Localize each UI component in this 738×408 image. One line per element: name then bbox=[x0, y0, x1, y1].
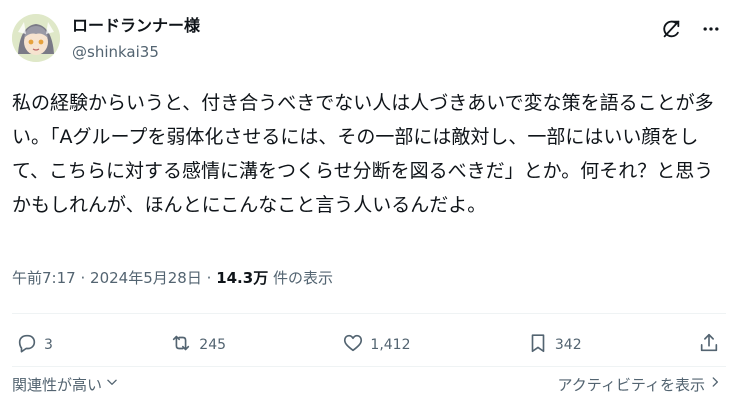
chevron-down-icon bbox=[105, 375, 119, 393]
like-button[interactable]: 1,412 bbox=[342, 332, 411, 358]
display-name[interactable]: ロードランナー様 bbox=[72, 16, 200, 36]
avatar[interactable] bbox=[12, 14, 60, 62]
bookmark-count: 342 bbox=[554, 337, 582, 353]
user-handle[interactable]: @shinkai35 bbox=[72, 42, 200, 62]
meta-separator: · bbox=[206, 269, 212, 287]
reply-count: 3 bbox=[44, 337, 53, 353]
reply-button[interactable]: 3 bbox=[16, 332, 53, 358]
post-footer: 関連性が高い アクティビティを表示 bbox=[12, 372, 722, 396]
post-actions: 3 245 1,412 342 bbox=[16, 330, 720, 360]
meta-separator: · bbox=[80, 269, 86, 287]
like-icon bbox=[342, 332, 364, 358]
repost-icon bbox=[169, 332, 193, 358]
grok-icon[interactable] bbox=[658, 16, 684, 42]
activity-label: アクティビティを表示 bbox=[557, 375, 705, 394]
like-count: 1,412 bbox=[370, 337, 411, 353]
views-count[interactable]: 14.3万 bbox=[216, 269, 268, 287]
chevron-right-icon bbox=[708, 375, 722, 393]
more-icon[interactable] bbox=[698, 16, 724, 42]
reply-icon bbox=[16, 332, 38, 358]
author-block: ロードランナー様 @shinkai35 bbox=[72, 16, 200, 62]
repost-count: 245 bbox=[199, 337, 227, 353]
divider bbox=[12, 366, 726, 367]
share-button[interactable] bbox=[698, 332, 720, 358]
sort-label: 関連性が高い bbox=[12, 375, 103, 394]
bookmark-button[interactable]: 342 bbox=[527, 332, 582, 358]
post-meta: 午前7:17 · 2024年5月28日 · 14.3万 件の表示 bbox=[12, 266, 333, 290]
post-date[interactable]: 2024年5月28日 bbox=[90, 269, 202, 287]
post-text: 私の経験からいうと、付き合うべきでない人は人づきあいで変な策を語ることが多い。「… bbox=[12, 92, 714, 216]
divider bbox=[12, 313, 726, 314]
views-label: 件の表示 bbox=[272, 269, 333, 287]
repost-button[interactable]: 245 bbox=[169, 332, 226, 358]
view-activity-link[interactable]: アクティビティを表示 bbox=[558, 374, 722, 395]
sort-dropdown[interactable]: 関連性が高い bbox=[12, 374, 119, 395]
share-icon bbox=[698, 332, 720, 358]
post-time[interactable]: 午前7:17 bbox=[12, 269, 76, 287]
post-top-actions bbox=[658, 16, 724, 42]
bookmark-icon bbox=[527, 332, 549, 358]
